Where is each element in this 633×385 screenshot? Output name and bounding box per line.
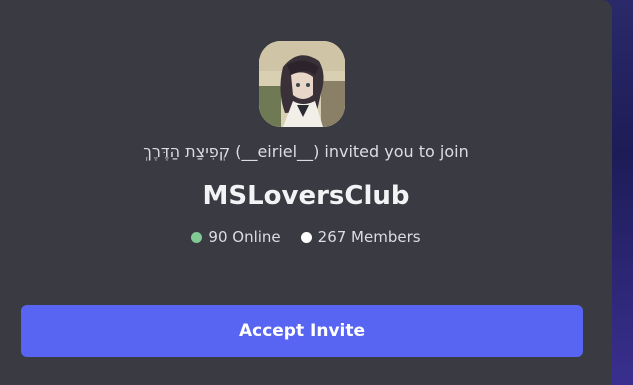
invited-text: invited you to join — [324, 142, 469, 161]
server-avatar — [259, 41, 345, 127]
invite-screen: קְפִיצַת הַדֶּרֶךְ (__eiriel__) invited … — [0, 0, 633, 385]
invite-card: קְפִיצַת הַדֶּרֶךְ (__eiriel__) invited … — [0, 0, 612, 385]
members-dot-icon — [300, 231, 312, 243]
online-dot-icon — [191, 231, 203, 243]
member-count: 267 Members — [317, 228, 421, 246]
server-name: MSLoversClub — [202, 181, 410, 211]
inviter-username: __eiriel__ — [241, 142, 314, 161]
online-stat: 90 Online — [191, 226, 281, 248]
inviter-display-name: קְפִיצַת הַדֶּרֶךְ — [143, 142, 231, 161]
online-count: 90 Online — [208, 228, 281, 246]
inviter-username-close: ) — [313, 142, 325, 161]
inviter-line: קְפִיצַת הַדֶּרֶךְ (__eiriel__) invited … — [0, 141, 612, 163]
accept-invite-button[interactable]: Accept Invite — [21, 305, 583, 357]
members-stat: 267 Members — [300, 226, 421, 248]
server-stats: 90 Online 267 Members — [0, 226, 612, 248]
